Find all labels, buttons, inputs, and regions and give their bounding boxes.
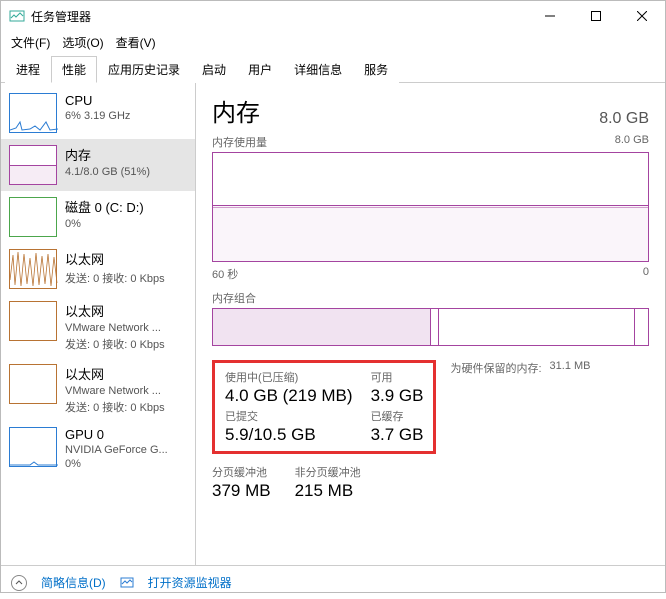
memory-usage-chart[interactable] [212,152,649,262]
sidebar-eth3-sub2: 发送: 0 接收: 0 Kbps [65,399,165,415]
detail-pane: 内存 8.0 GB 内存使用量 8.0 GB 60 秒 0 内存组合 使用中(已… [196,83,665,565]
close-button[interactable] [619,1,665,31]
titlebar: 任务管理器 [1,1,665,31]
sidebar-disk-sub: 0% [65,218,144,230]
stats-row: 使用中(已压缩) 4.0 GB (219 MB) 可用 3.9 GB 已提交 5… [212,360,649,454]
tab-processes[interactable]: 进程 [5,56,51,83]
sidebar-disk-title: 磁盘 0 (C: D:) [65,197,144,216]
axis-left: 60 秒 [212,266,238,282]
sidebar-item-memory[interactable]: 内存 4.1/8.0 GB (51%) [1,139,195,191]
detail-total: 8.0 GB [599,110,649,128]
reserved-stats: 为硬件保留的内存: 31.1 MB [450,360,590,454]
in-use-value: 4.0 GB (219 MB) [225,386,353,406]
menu-view[interactable]: 查看(V) [110,32,162,53]
sidebar-item-gpu[interactable]: GPU 0 NVIDIA GeForce G... 0% [1,421,195,476]
menubar: 文件(F) 选项(O) 查看(V) [1,31,665,53]
window-title: 任务管理器 [31,8,527,25]
sidebar-eth-title: 以太网 [65,249,165,268]
sidebar-item-disk[interactable]: 磁盘 0 (C: D:) 0% [1,191,195,243]
sidebar-cpu-sub: 6% 3.19 GHz [65,110,130,122]
sidebar-item-ethernet[interactable]: 以太网 发送: 0 接收: 0 Kbps [1,243,195,295]
sidebar-eth3-title: 以太网 [65,364,165,383]
sidebar-gpu-title: GPU 0 [65,427,168,442]
cached-label: 已缓存 [371,408,424,424]
performance-sidebar: CPU 6% 3.19 GHz 内存 4.1/8.0 GB (51%) 磁盘 0… [1,83,196,565]
highlighted-stats: 使用中(已压缩) 4.0 GB (219 MB) 可用 3.9 GB 已提交 5… [212,360,436,454]
sidebar-item-ethernet-2[interactable]: 以太网 VMware Network ... 发送: 0 接收: 0 Kbps [1,295,195,358]
sidebar-eth2-sub: VMware Network ... [65,322,165,334]
sidebar-memory-title: 内存 [65,145,150,164]
paged-value: 379 MB [212,481,271,501]
composition-label: 内存组合 [212,290,649,306]
sidebar-cpu-title: CPU [65,93,130,108]
ethernet-mini-chart [9,249,57,289]
tab-app-history[interactable]: 应用历史记录 [97,56,191,83]
menu-file[interactable]: 文件(F) [5,32,56,53]
available-value: 3.9 GB [371,386,424,406]
sidebar-eth2-sub2: 发送: 0 接收: 0 Kbps [65,336,165,352]
nonpaged-label: 非分页缓冲池 [295,464,361,480]
resmon-icon [120,576,134,590]
sidebar-item-ethernet-3[interactable]: 以太网 VMware Network ... 发送: 0 接收: 0 Kbps [1,358,195,421]
gpu-mini-chart [9,427,57,467]
sidebar-eth2-title: 以太网 [65,301,165,320]
paged-label: 分页缓冲池 [212,464,271,480]
maximize-button[interactable] [573,1,619,31]
in-use-label: 使用中(已压缩) [225,369,353,385]
memory-mini-chart [9,145,57,185]
tab-users[interactable]: 用户 [237,56,283,83]
fewer-details-link[interactable]: 简略信息(D) [41,574,106,591]
committed-label: 已提交 [225,408,353,424]
footer: 简略信息(D) 打开资源监视器 [1,565,665,599]
chevron-up-icon[interactable] [11,575,27,591]
cpu-mini-chart [9,93,57,133]
tab-details[interactable]: 详细信息 [283,56,353,83]
sidebar-item-cpu[interactable]: CPU 6% 3.19 GHz [1,87,195,139]
sidebar-gpu-sub2: 0% [65,458,168,470]
cached-value: 3.7 GB [371,425,424,445]
memory-composition-chart[interactable] [212,308,649,346]
sidebar-memory-sub: 4.1/8.0 GB (51%) [65,166,150,178]
menu-options[interactable]: 选项(O) [56,32,109,53]
nonpaged-value: 215 MB [295,481,361,501]
usage-max: 8.0 GB [615,134,649,150]
committed-value: 5.9/10.5 GB [225,425,353,445]
ethernet3-mini-chart [9,364,57,404]
sidebar-eth-sub: 发送: 0 接收: 0 Kbps [65,270,165,286]
tab-startup[interactable]: 启动 [191,56,237,83]
reserved-value: 31.1 MB [550,360,591,376]
sidebar-gpu-sub: NVIDIA GeForce G... [65,444,168,456]
axis-right: 0 [643,266,649,282]
tab-services[interactable]: 服务 [353,56,399,83]
disk-mini-chart [9,197,57,237]
usage-label: 内存使用量 [212,134,267,150]
minimize-button[interactable] [527,1,573,31]
open-resmon-link[interactable]: 打开资源监视器 [148,574,232,591]
paged-row: 分页缓冲池 379 MB 非分页缓冲池 215 MB [212,464,649,501]
reserved-label: 为硬件保留的内存: [450,360,541,376]
tab-performance[interactable]: 性能 [51,56,97,83]
sidebar-eth3-sub: VMware Network ... [65,385,165,397]
tab-bar: 进程 性能 应用历史记录 启动 用户 详细信息 服务 [1,55,665,83]
detail-title: 内存 [212,93,260,128]
taskmgr-icon [9,8,25,24]
available-label: 可用 [371,369,424,385]
window-controls [527,1,665,31]
content-area: CPU 6% 3.19 GHz 内存 4.1/8.0 GB (51%) 磁盘 0… [1,83,665,565]
ethernet2-mini-chart [9,301,57,341]
